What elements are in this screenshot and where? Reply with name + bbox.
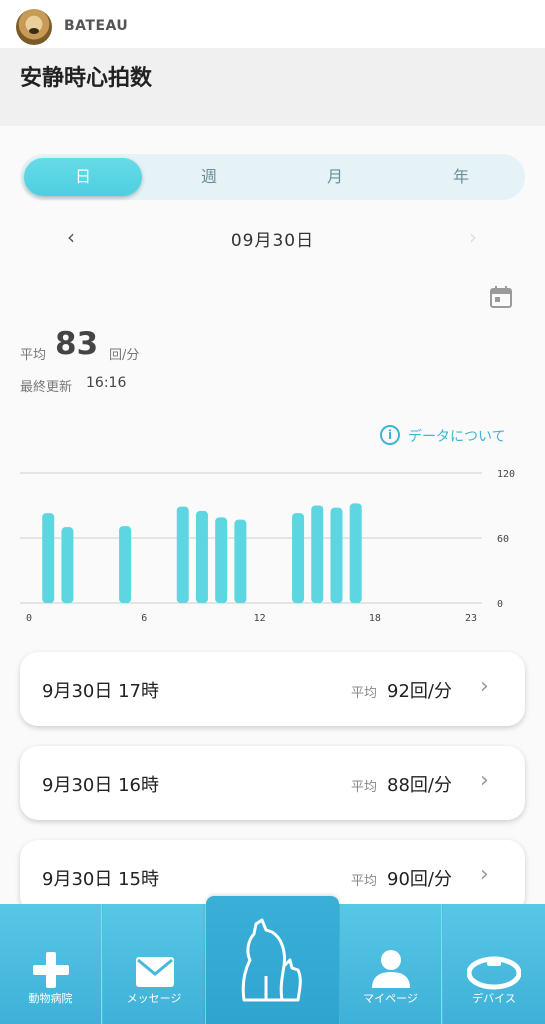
record-time: 9月30日 17時 (42, 681, 159, 702)
title-bar: 安静時心拍数 (0, 48, 545, 126)
collar-icon (467, 956, 521, 990)
tab-day[interactable]: 日 (24, 158, 142, 196)
chevron-right-icon: › (480, 768, 489, 793)
nav-label: マイページ (363, 992, 418, 1005)
record-value: 92回/分 (387, 681, 452, 702)
record-time: 9月30日 16時 (42, 775, 159, 796)
data-info-label: データについて (408, 429, 506, 445)
average-value: 83 (55, 326, 99, 362)
x-tick-label: 6 (141, 613, 147, 624)
x-tick-label: 0 (26, 613, 32, 624)
person-icon (372, 950, 410, 988)
top-bar: BATEAU (0, 0, 545, 48)
chart-bar[interactable] (349, 503, 362, 603)
calendar-icon[interactable] (488, 284, 514, 310)
record-time: 9月30日 15時 (42, 869, 159, 890)
chart-bar[interactable] (176, 506, 189, 603)
nav-label: メッセージ (126, 992, 182, 1005)
record-value: 88回/分 (387, 775, 452, 796)
chart-bar[interactable] (61, 527, 74, 603)
tab-year[interactable]: 年 (402, 158, 520, 196)
username: BATEAU (64, 18, 129, 34)
tab-week[interactable]: 週 (150, 158, 268, 196)
record-value: 90回/分 (387, 869, 452, 890)
tab-month[interactable]: 月 (276, 158, 394, 196)
record-avg-label: 平均 (351, 686, 378, 701)
nav-my-page[interactable]: マイページ (340, 904, 442, 1024)
x-tick-label: 12 (254, 613, 266, 624)
y-tick-label: 60 (497, 534, 509, 545)
date-navigator: ‹ 09月30日 › (0, 216, 545, 260)
info-icon: i (380, 425, 400, 445)
record-avg-label: 平均 (351, 780, 378, 795)
x-tick-label: 23 (465, 613, 477, 624)
nav-messages[interactable]: メッセージ (103, 904, 206, 1024)
chart-bar[interactable] (42, 513, 55, 603)
pet-home-icon (241, 918, 302, 1002)
nav-label: デバイス (472, 992, 516, 1005)
y-tick-label: 0 (497, 599, 503, 610)
page-title: 安静時心拍数 (20, 66, 153, 91)
nav-home[interactable] (206, 896, 339, 1024)
main-content: 日 週 月 年 ‹ 09月30日 › 平均 83 回/分 最終更新 16:16 … (0, 126, 545, 914)
chart-bar[interactable] (119, 526, 132, 603)
average-unit: 回/分 (109, 348, 140, 363)
chevron-right-icon: › (480, 674, 489, 699)
period-tabs: 日 週 月 年 (20, 154, 525, 200)
avatar[interactable] (16, 9, 52, 45)
y-tick-label: 120 (497, 469, 515, 480)
chart-bar[interactable] (330, 507, 343, 603)
chart-bar[interactable] (311, 505, 324, 604)
nav-devices[interactable]: デバイス (443, 904, 545, 1024)
plus-icon (33, 952, 69, 988)
chevron-right-icon: › (480, 862, 489, 887)
record-avg-label: 平均 (351, 874, 378, 889)
record-card[interactable]: 9月30日 17時 平均 92回/分 › (20, 652, 525, 726)
bottom-nav: 動物病院 メッセージ マイページ デバイス (0, 896, 545, 1024)
chart-bar[interactable] (234, 519, 247, 603)
nav-animal-hospital[interactable]: 動物病院 (0, 904, 102, 1024)
chart-bar[interactable] (215, 517, 228, 603)
x-tick-label: 18 (369, 613, 381, 624)
chart-bar[interactable] (292, 513, 305, 603)
record-card[interactable]: 9月30日 16時 平均 88回/分 › (20, 746, 525, 820)
last-updated-label: 最終更新 (20, 380, 73, 395)
nav-label: 動物病院 (28, 992, 73, 1005)
envelope-icon (136, 957, 174, 987)
chevron-right-icon[interactable]: › (460, 224, 486, 250)
last-updated-time: 16:16 (86, 375, 127, 391)
heart-rate-chart: 120 60 0 0 6 12 18 23 (20, 469, 515, 624)
average-label: 平均 (20, 348, 47, 363)
chart-bar[interactable] (195, 510, 208, 603)
